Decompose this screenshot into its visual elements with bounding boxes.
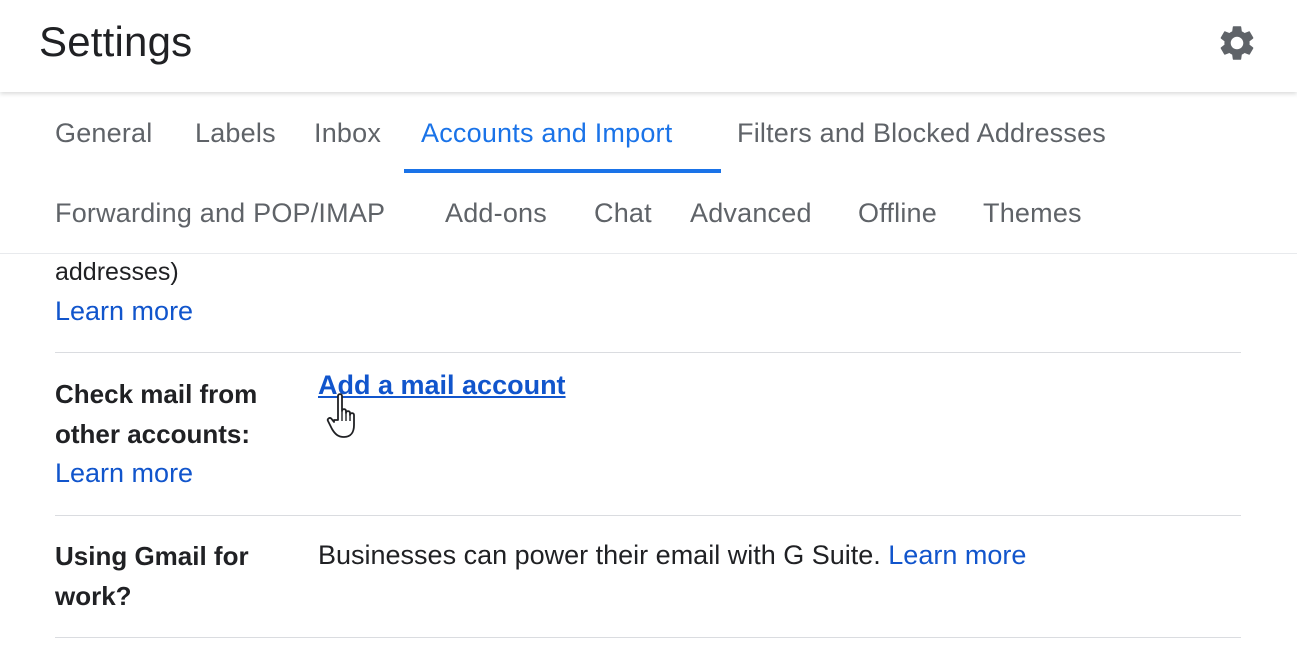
- settings-page: Settings General Labels Inbox Accounts a…: [0, 0, 1297, 649]
- active-tab-indicator: [404, 169, 721, 173]
- divider: [55, 352, 1241, 353]
- check-mail-label: Check mail from other accounts:: [55, 374, 257, 454]
- tab-offline[interactable]: Offline: [858, 198, 937, 229]
- tab-add-ons[interactable]: Add-ons: [445, 198, 547, 229]
- gmail-work-label-line1: Using Gmail for: [55, 541, 249, 571]
- page-title: Settings: [39, 18, 193, 65]
- tab-accounts-and-import[interactable]: Accounts and Import: [421, 118, 672, 149]
- tab-general[interactable]: General: [55, 118, 152, 149]
- gsuite-learn-more-link[interactable]: Learn more: [888, 540, 1026, 570]
- check-mail-label-line2: other accounts:: [55, 419, 251, 449]
- divider: [55, 515, 1241, 516]
- settings-tabs: General Labels Inbox Accounts and Import…: [0, 92, 1297, 254]
- check-mail-learn-more-link[interactable]: Learn more: [55, 458, 193, 489]
- tab-forwarding-pop-imap[interactable]: Forwarding and POP/IMAP: [55, 198, 385, 229]
- gmail-work-label-line2: work?: [55, 581, 132, 611]
- previous-section-text: addresses): [55, 258, 179, 286]
- learn-more-link[interactable]: Learn more: [55, 296, 193, 327]
- tab-labels[interactable]: Labels: [195, 118, 276, 149]
- pointer-hand-icon: [326, 393, 355, 438]
- tab-inbox[interactable]: Inbox: [314, 118, 381, 149]
- gsuite-description: Businesses can power their email with G …: [318, 540, 881, 570]
- gmail-work-label: Using Gmail for work?: [55, 536, 249, 616]
- tab-advanced[interactable]: Advanced: [690, 198, 812, 229]
- tab-chat[interactable]: Chat: [594, 198, 652, 229]
- gmail-work-text: Businesses can power their email with G …: [318, 540, 1026, 571]
- tab-filters-and-blocked-addresses[interactable]: Filters and Blocked Addresses: [737, 118, 1106, 149]
- tab-themes[interactable]: Themes: [983, 198, 1082, 229]
- check-mail-label-line1: Check mail from: [55, 379, 258, 409]
- gear-icon[interactable]: [1216, 22, 1258, 64]
- settings-header: Settings: [0, 0, 1297, 92]
- divider: [55, 637, 1241, 638]
